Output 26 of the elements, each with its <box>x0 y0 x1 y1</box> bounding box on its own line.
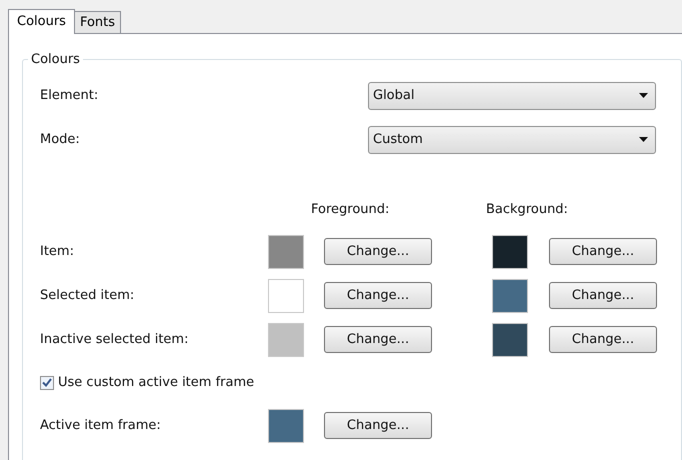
dropdown[interactable]: Custom <box>368 126 656 154</box>
change-button[interactable]: Change... <box>549 238 657 265</box>
checkbox-label: Use custom active item frame <box>58 374 254 392</box>
change-button[interactable]: Change... <box>324 238 432 265</box>
row-label: Inactive selected item: <box>40 330 190 349</box>
caret-icon <box>639 137 648 142</box>
row-label: Item: <box>40 242 75 261</box>
checkmark-icon <box>42 378 52 387</box>
field-label: Mode: <box>40 130 81 149</box>
change-button[interactable]: Change... <box>549 326 657 353</box>
checkbox[interactable] <box>40 376 54 390</box>
field-label: Element: <box>40 86 100 105</box>
row-label: Active item frame: <box>40 416 162 435</box>
change-button[interactable]: Change... <box>324 412 432 439</box>
dropdown-value: Custom <box>373 130 423 149</box>
row-label: Selected item: <box>40 286 136 305</box>
dropdown-value: Global <box>373 86 414 105</box>
tab[interactable]: Colours <box>8 9 75 34</box>
dropdown[interactable]: Global <box>368 82 656 110</box>
tab[interactable]: Fonts <box>74 11 122 33</box>
change-button[interactable]: Change... <box>324 326 432 353</box>
caret-icon <box>639 93 648 98</box>
group-title: Colours <box>30 51 81 69</box>
change-button[interactable]: Change... <box>324 282 432 309</box>
column-header: Background: <box>486 200 569 219</box>
change-button[interactable]: Change... <box>549 282 657 309</box>
